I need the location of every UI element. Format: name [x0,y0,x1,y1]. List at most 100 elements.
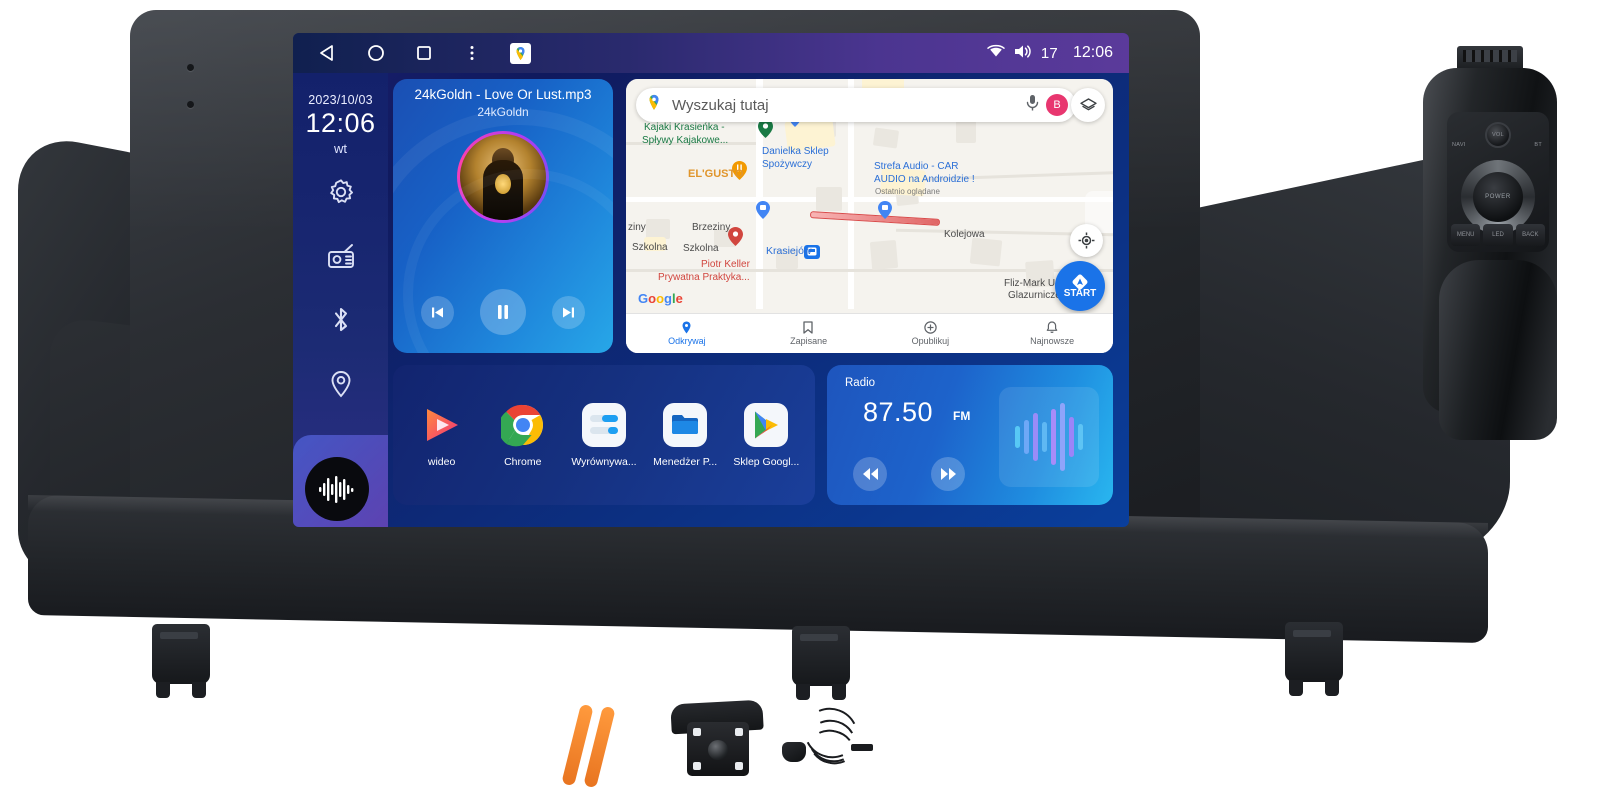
mic-hole-icon [187,64,194,71]
home-icon[interactable] [365,42,387,64]
rear-view-camera [665,699,775,795]
map-label: Szkolna [683,243,719,254]
back-button[interactable]: BACK [1515,224,1545,246]
map-search-placeholder[interactable]: Wyszukaj tutaj [672,97,1025,114]
radio-widget[interactable]: Radio 87.50 FM [827,365,1113,505]
overflow-menu-icon[interactable] [461,42,483,64]
radio-band: FM [953,409,971,423]
pry-tools [561,700,655,795]
map-label: Brzeziny [692,222,731,233]
app-shortcut-play-store[interactable]: Sklep Googl... [728,402,804,468]
head-unit-screen[interactable]: 17 12:06 2023/10/03 12:06 wt 24kGoldn - … [293,33,1129,527]
map-label: Ostatnio oglądane [875,187,940,196]
sidebar-item-radio[interactable] [325,240,357,272]
rail-day: wt [334,141,347,156]
app-label: Sklep Googl... [733,456,800,468]
map-nav-label: Opublikuj [911,336,950,346]
menu-button[interactable]: MENU [1451,224,1481,246]
android-status-bar: 17 12:06 [293,33,1129,73]
volume-value: 17 [1040,44,1058,62]
music-player-widget[interactable]: 24kGoldn - Love Or Lust.mp3 24kGoldn [393,79,613,353]
map-label: Spływy Kajakowe... [642,135,729,146]
map-label: Spożywczy [762,159,813,170]
map-label: Prywatna Praktyka... [658,272,750,283]
camera-lens-icon [708,740,728,761]
explore-pin-icon [680,321,693,334]
maps-shortcut-icon[interactable] [509,42,531,64]
app-shortcuts-widget: wideo Chrome Wyrównywa... Menedżer P... … [393,365,815,505]
app-label: wideo [427,456,456,468]
album-art [457,131,549,223]
bell-icon [1046,321,1059,334]
map-label: Strefa Audio - CAR [874,161,959,172]
android-nav-buttons [293,42,531,64]
rewind-icon[interactable] [853,457,887,491]
map-label: Szkolna [632,242,668,253]
radio-frequency: 87.50 [863,397,934,427]
maps-pin-icon [644,93,664,118]
sidebar-item-navigation[interactable] [325,368,357,400]
sidebar-rail: 2023/10/03 12:06 wt [293,73,388,527]
bt-label: BT [1534,142,1542,148]
map-nav-contribute[interactable]: Opublikuj [870,321,992,346]
remote-grip [1439,260,1557,440]
avatar[interactable]: B [1046,94,1068,116]
pause-icon[interactable] [480,289,526,335]
rotary-ring[interactable]: POWER [1461,160,1535,234]
volume-knob[interactable]: VOL [1485,122,1511,148]
remote-button-panel: VOL NAVI BT POWER MENU LED BACK [1447,112,1549,252]
external-microphone [778,700,873,795]
google-maps-widget[interactable]: Kajaki Krasieńka - Spływy Kajakowe... Da… [626,79,1113,353]
music-artist: 24kGoldn [477,105,529,119]
fast-forward-icon[interactable] [931,457,965,491]
map-pin-audio-store[interactable] [878,201,893,220]
microphone-capsule-icon [782,742,806,762]
app-shortcut-equalizer[interactable]: Wyrównywa... [566,402,642,468]
app-label: Menedżer P... [653,456,718,468]
vol-label: VOL [1492,132,1504,138]
back-icon[interactable] [317,42,339,64]
power-button[interactable]: POWER [1473,172,1523,222]
locate-me-icon[interactable] [1070,224,1103,257]
app-shortcut-wideo[interactable]: wideo [404,402,480,468]
map-nav-saved[interactable]: Zapisane [748,321,870,346]
map-label: EL'GUSTO [688,168,744,180]
mic-hole-icon [187,101,194,108]
recents-icon[interactable] [413,42,435,64]
map-label: Glazurnicze [1008,290,1061,301]
rail-date: 2023/10/03 [308,93,373,107]
navigation-start-button[interactable]: START [1055,261,1105,311]
microphone-icon[interactable] [1025,94,1040,117]
audio-waveform-icon [999,387,1099,487]
led-button[interactable]: LED [1483,224,1513,246]
app-shortcut-file-manager[interactable]: Menedżer P... [647,402,723,468]
app-label: Wyrównywa... [571,456,637,468]
sidebar-item-bluetooth[interactable] [325,304,357,336]
steering-wheel-remote[interactable]: VOL NAVI BT POWER MENU LED BACK [1415,40,1565,440]
map-nav-updates[interactable]: Najnowsze [991,321,1113,346]
speaker-icon [1014,44,1032,63]
map-label: Piotr Keller [701,259,750,270]
chrome-icon [500,402,546,448]
mic-jack-plug [851,744,873,751]
app-label: Chrome [504,456,542,468]
map-pin-shop[interactable] [756,201,771,220]
next-track-icon[interactable] [552,295,585,329]
sidebar-item-settings[interactable] [325,176,357,208]
power-label: POWER [1485,194,1511,200]
status-clock: 12:06 [1072,44,1113,61]
previous-track-icon[interactable] [421,295,454,329]
map-search-bar[interactable]: Wyszukaj tutaj B [636,88,1076,122]
map-label: Kolejowa [944,229,985,240]
map-label: ziny [628,222,646,233]
mounting-clip [792,626,850,700]
mounting-clip [152,624,210,698]
bookmark-icon [802,321,815,334]
map-nav-explore[interactable]: Odkrywaj [626,321,748,346]
layers-icon[interactable] [1071,88,1105,122]
remote-body: VOL NAVI BT POWER MENU LED BACK [1423,68,1557,440]
map-nav-label: Najnowsze [1030,336,1075,346]
app-shortcut-chrome[interactable]: Chrome [485,402,561,468]
music-waveform-icon[interactable] [305,457,369,521]
contribute-plus-icon [924,321,937,334]
